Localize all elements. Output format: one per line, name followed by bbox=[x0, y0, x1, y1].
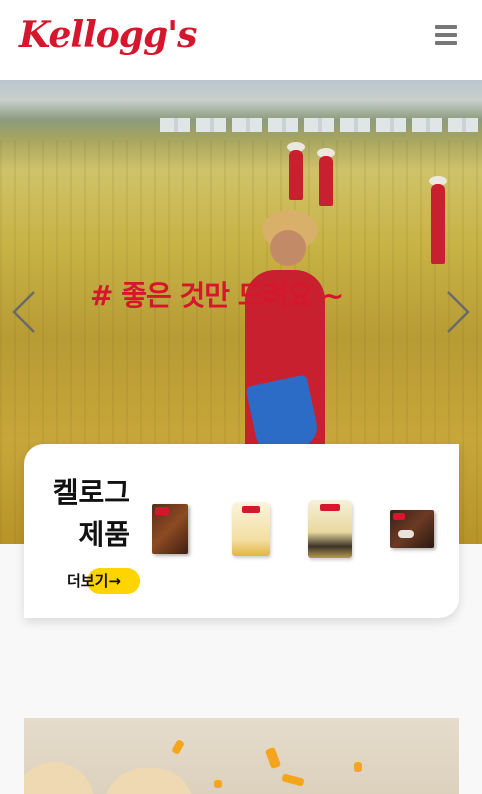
cereal-piece bbox=[171, 738, 185, 756]
more-button-label: 더보기→ bbox=[67, 572, 121, 590]
paper-bag bbox=[104, 768, 194, 794]
products-card: 켈로그 제품 더보기→ bbox=[24, 444, 459, 618]
site-header: Kellogg's bbox=[0, 0, 482, 80]
kelloggs-logo[interactable]: Kellogg's bbox=[19, 14, 197, 56]
farmer-figure bbox=[289, 150, 303, 200]
bottom-banner-image[interactable] bbox=[24, 718, 459, 794]
cereal-piece bbox=[264, 746, 282, 770]
product-cereal-box-4[interactable] bbox=[390, 510, 434, 548]
more-button[interactable]: 더보기→ bbox=[67, 568, 140, 594]
cereal-piece bbox=[354, 762, 362, 772]
products-title-line2: 제품 bbox=[78, 518, 130, 551]
chevron-left-icon[interactable] bbox=[8, 288, 38, 336]
farmer-face bbox=[270, 230, 306, 266]
products-title: 켈로그 제품 bbox=[42, 472, 130, 556]
product-granola-bag-3[interactable] bbox=[308, 500, 352, 558]
product-granola-bag-2[interactable] bbox=[232, 502, 270, 556]
chevron-right-icon[interactable] bbox=[444, 288, 474, 336]
cereal-piece bbox=[281, 773, 305, 787]
hero-caption: # 좋은 것만 드려요 ~ bbox=[90, 279, 344, 312]
greenhouse-row bbox=[160, 118, 480, 132]
product-cereal-box-1[interactable] bbox=[152, 504, 188, 554]
hamburger-menu-icon[interactable] bbox=[435, 25, 457, 45]
paper-bag bbox=[24, 762, 94, 794]
cereal-piece bbox=[214, 780, 222, 788]
farmer-figure bbox=[431, 184, 445, 264]
products-title-line1: 켈로그 bbox=[52, 476, 130, 509]
farmer-figure bbox=[319, 156, 333, 206]
